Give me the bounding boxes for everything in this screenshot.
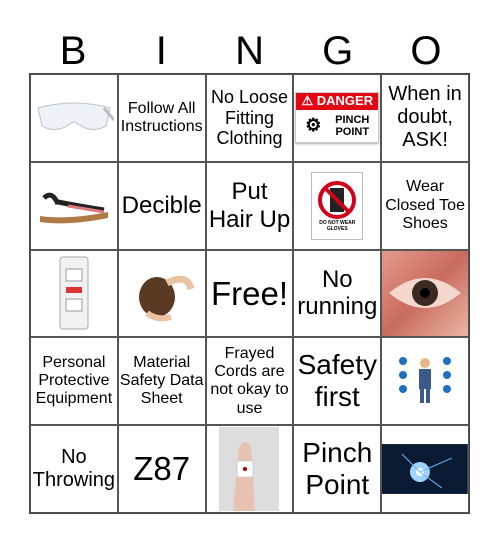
header-letter: N	[235, 29, 264, 73]
sign-line: PINCH	[335, 114, 370, 127]
cell-safety-glasses[interactable]	[30, 74, 118, 162]
eye-icon	[389, 278, 462, 309]
no-gloves-icon	[318, 180, 357, 219]
no-gloves-sign: DO NOT WEAR GLOVES	[311, 171, 364, 240]
cell[interactable]: Material Safety Data Sheet	[117, 337, 206, 426]
safety-glasses-icon	[37, 102, 114, 130]
cell[interactable]: Pinch Point	[293, 425, 382, 513]
cell[interactable]: No Loose Fitting Clothing	[205, 74, 294, 162]
cell[interactable]: No running	[293, 249, 382, 338]
sign-line: DO NOT WEAR	[319, 219, 356, 226]
cell[interactable]: Z87	[117, 425, 206, 513]
welding-icon	[382, 444, 468, 495]
header-letter: O	[410, 29, 442, 73]
cell[interactable]: When in doubt, ASK!	[381, 74, 469, 162]
header-letter: I	[155, 29, 167, 73]
ppe-worker-icon	[399, 357, 452, 404]
cell-no-gloves[interactable]: DO NOT WEAR GLOVES	[293, 161, 382, 250]
danger-pinch-point-sign: ⚠ DANGER ⚙ PINCH POINT	[295, 92, 380, 144]
cell[interactable]: Frayed Cords are not okay to use	[205, 337, 294, 426]
cell[interactable]: Follow All Instructions	[117, 74, 206, 162]
cell-bandaged-finger[interactable]	[205, 425, 294, 513]
cell[interactable]: Personal Protective Equipment	[30, 337, 118, 426]
cell-sandal[interactable]	[30, 161, 118, 250]
cell-eye[interactable]	[381, 249, 469, 338]
cell-ppe-worker[interactable]	[381, 337, 469, 426]
cell[interactable]: Safety first	[293, 337, 382, 426]
cell[interactable]: Decible	[117, 161, 206, 250]
sandal-icon	[39, 192, 108, 224]
bandaged-finger-icon	[219, 427, 280, 512]
bingo-header: B I N G O	[29, 28, 470, 74]
gear-icon: ⚙	[305, 115, 322, 136]
cell-welding[interactable]	[381, 425, 469, 513]
sign-line: GLOVES	[326, 225, 348, 232]
sign-line: POINT	[335, 126, 370, 139]
cell[interactable]: No Throwing	[30, 425, 118, 513]
cell-hair-tie[interactable]	[117, 249, 206, 338]
outlet-icon	[59, 256, 89, 330]
header-letter: B	[59, 29, 87, 73]
hair-tie-icon	[138, 276, 195, 322]
cell-gfci-outlet[interactable]	[30, 249, 118, 338]
cell-free-space[interactable]: Free!	[205, 249, 294, 338]
cell[interactable]: Put Hair Up	[205, 161, 294, 250]
cell[interactable]: Wear Closed Toe Shoes	[381, 161, 469, 250]
bingo-card: Follow All Instructions No Loose Fitting…	[29, 73, 470, 514]
header-letter: G	[322, 29, 354, 73]
cell-danger-sign[interactable]: ⚠ DANGER ⚙ PINCH POINT	[293, 74, 382, 162]
sign-title: DANGER	[316, 93, 374, 109]
